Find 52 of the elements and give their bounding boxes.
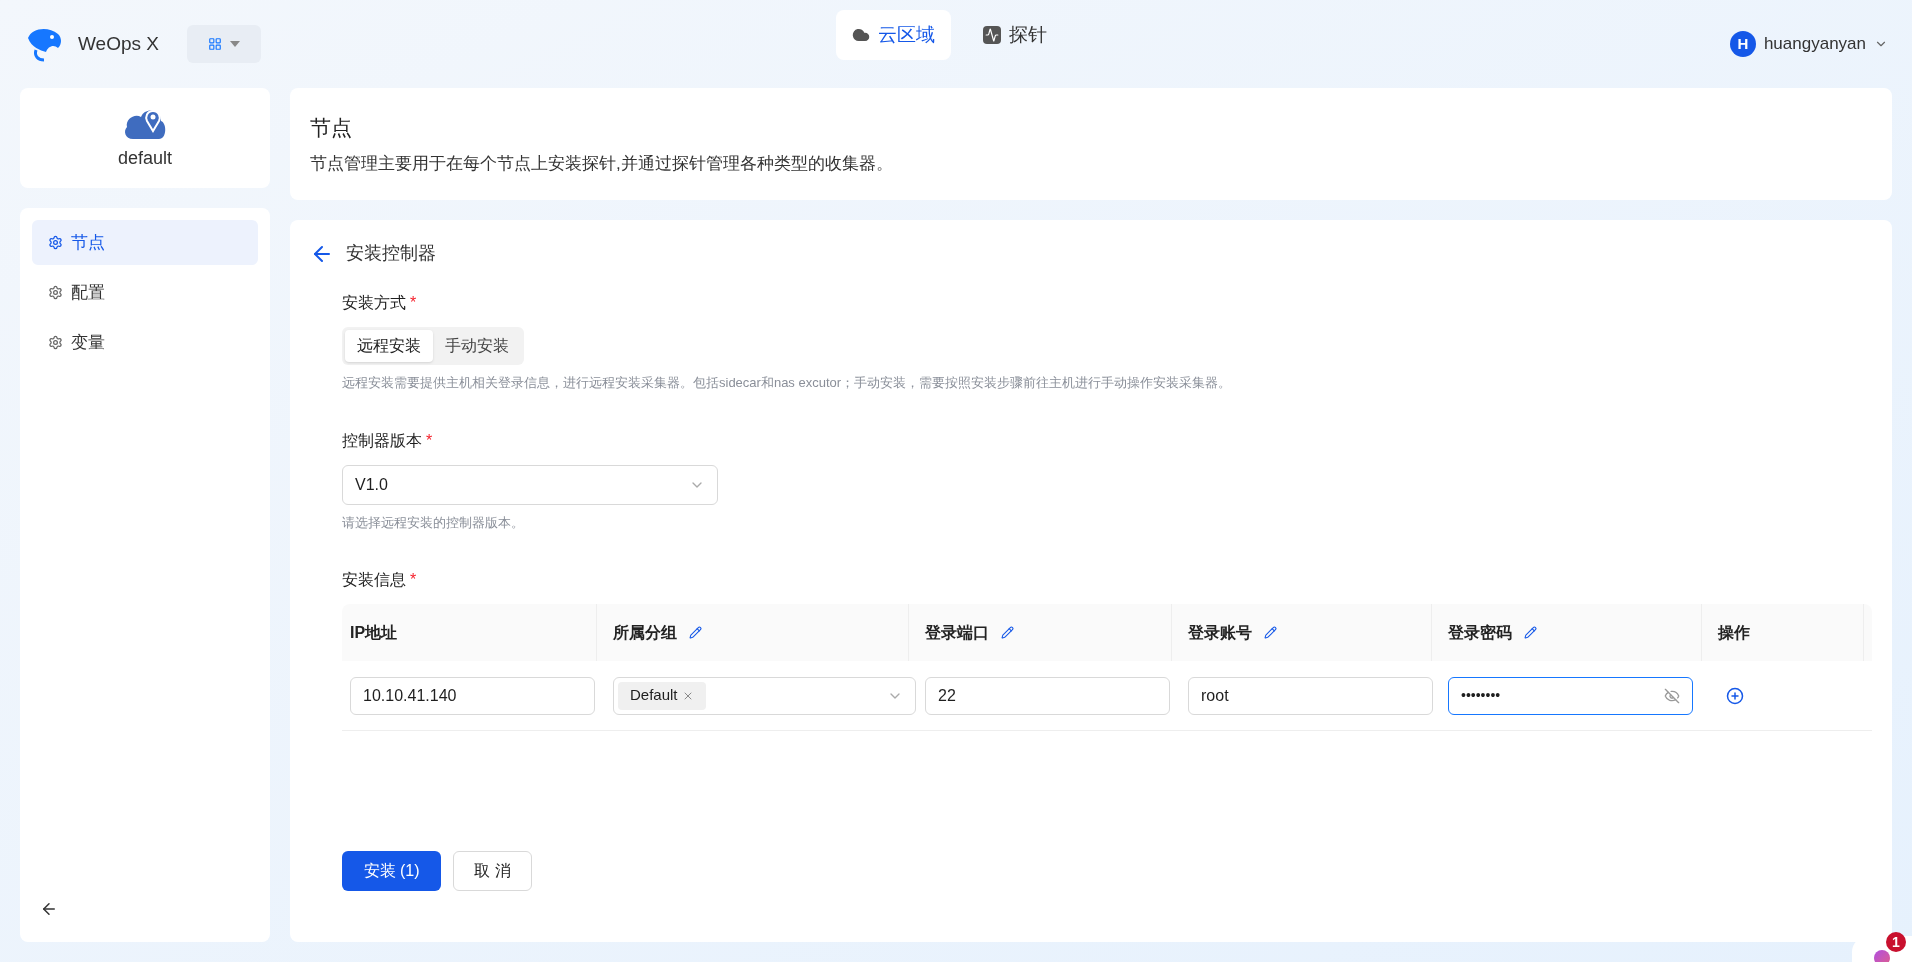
gear-icon [48, 285, 63, 300]
nav-tab[interactable]: 探针 [967, 10, 1063, 60]
user-name[interactable]: huangyanyan [1763, 31, 1866, 57]
nav-tab[interactable]: 云区域 [836, 10, 951, 60]
version-select[interactable]: V1.0 [342, 464, 718, 505]
cloud-icon [852, 26, 870, 44]
sidebar-item[interactable]: 节点 [32, 220, 258, 265]
gear-icon [48, 235, 63, 250]
segment-option[interactable]: 手动安装 [433, 330, 521, 362]
pencil-icon[interactable] [1524, 626, 1537, 639]
caret-icon [229, 41, 240, 47]
group-select[interactable]: Default [613, 676, 916, 715]
page-description: 节点管理主要用于在每个节点上安装探针,并通过探针管理各种类型的收集器。 [310, 153, 894, 175]
add-row-icon[interactable] [1726, 686, 1744, 705]
column-header: 登录端口 [925, 622, 989, 643]
assistant-icon [1874, 950, 1890, 962]
help-text: 远程安装需要提供主机相关登录信息，进行远程安装采集器。包括sidecar和nas excutor；手动安装，需要按照安装步骤前往主机进行手动操作安装采集器。 [342, 374, 1233, 392]
install-button[interactable]: 安装 (1) [342, 851, 441, 891]
pencil-icon[interactable] [1264, 626, 1277, 639]
cloud-name: default [117, 146, 172, 170]
column-header: 所属分组 [613, 622, 677, 643]
pencil-icon[interactable] [1001, 626, 1014, 639]
column-header: 操作 [1718, 622, 1750, 643]
pencil-icon[interactable] [689, 626, 702, 639]
ip-input[interactable]: 10.10.41.140 [350, 676, 595, 715]
eye-off-icon[interactable] [1664, 687, 1680, 704]
required-mark: * [410, 294, 417, 311]
port-input[interactable]: 22 [925, 676, 1170, 715]
required-mark: * [426, 431, 433, 449]
form-title: 安装控制器 [346, 242, 436, 265]
app-switcher-button[interactable] [186, 25, 261, 63]
required-mark: * [410, 571, 417, 588]
sidebar-item[interactable]: 配置 [32, 270, 258, 315]
user-avatar: H [1729, 31, 1756, 57]
grid-icon [207, 37, 222, 51]
column-header: 登录密码 [1448, 622, 1512, 643]
segment-option[interactable]: 远程安装 [345, 330, 433, 362]
group-tag: Default [618, 681, 706, 710]
help-text: 请选择远程安装的控制器版本。 [342, 513, 525, 532]
page-title: 节点 [310, 114, 353, 141]
field-label: 安装信息 [342, 571, 406, 588]
app-name: WeOps X [78, 31, 159, 56]
password-input[interactable]: •••••••• [1448, 676, 1693, 715]
cancel-button[interactable]: 取 消 [453, 851, 532, 891]
chart-icon [983, 26, 1001, 44]
field-label: 控制器版本 [342, 431, 422, 449]
column-header: IP地址 [350, 622, 398, 643]
gear-icon [48, 335, 63, 350]
sidebar-item[interactable]: 变量 [32, 320, 258, 365]
column-header: 登录账号 [1188, 622, 1252, 643]
field-label: 安装方式 [342, 294, 406, 311]
account-input[interactable]: root [1188, 676, 1433, 715]
